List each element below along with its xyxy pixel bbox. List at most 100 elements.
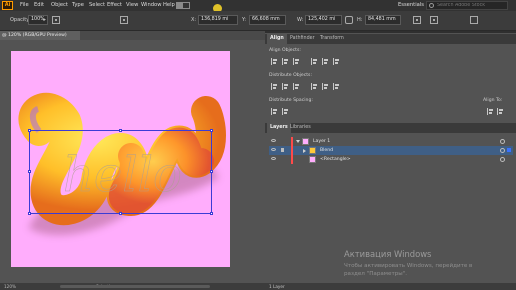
windows-activation-line1: Чтобы активировать Windows, перейдите в [344, 263, 473, 269]
menu-effect[interactable]: Effect [107, 2, 122, 8]
resize-handle-e[interactable] [210, 170, 213, 173]
tab-libraries[interactable]: Libraries [287, 123, 314, 133]
visibility-eye-icon[interactable] [271, 139, 276, 142]
h-field[interactable]: 84,481 mm [365, 15, 401, 25]
target-circle-icon[interactable] [500, 148, 505, 153]
stock-search-input[interactable] [437, 2, 507, 9]
opacity-field[interactable]: 100% [28, 15, 48, 25]
tab-transform[interactable]: Transform [317, 34, 347, 44]
align-objects-3-icon[interactable] [293, 58, 300, 65]
menu-bar: Ai File Edit Object Type Select Effect V… [0, 0, 516, 11]
layer-name[interactable]: Blend [320, 148, 333, 153]
resize-handle-n[interactable] [119, 129, 122, 132]
x-label: X: [191, 17, 197, 23]
menu-edit[interactable]: Edit [34, 2, 44, 8]
w-field[interactable]: 125,402 mi [305, 15, 342, 25]
align-to-label: Align To: [483, 98, 503, 103]
layer-row-rectangle[interactable]: <Rectangle> [269, 155, 513, 164]
y-label: Y: [242, 17, 247, 23]
tab-align[interactable]: Align [267, 34, 287, 44]
distribute-spacing-1-icon[interactable] [271, 108, 278, 115]
selection-bounding-box[interactable] [28, 129, 213, 215]
menu-icon[interactable] [470, 16, 478, 24]
layer-name[interactable]: Layer 1 [313, 139, 330, 144]
align-icon[interactable] [120, 16, 128, 24]
menu-file[interactable]: File [20, 2, 29, 8]
menu-help[interactable]: Help [163, 2, 175, 8]
distribute-objects-2-icon[interactable] [282, 83, 289, 90]
distribute-objects-label: Distribute Objects: [269, 73, 312, 78]
document-tab-bar: @ 120% (RGB/GPU Preview) [0, 31, 265, 40]
control-bar: Opacity: 100% X: 136,819 mi Y: 66,608 mm… [0, 11, 516, 31]
layer-count: 1 Layer [269, 283, 285, 289]
align-panel-tabs: Align Pathfinder Transform [265, 34, 516, 44]
status-bar: 120% Selection [0, 283, 265, 290]
align-to-2-icon[interactable] [497, 108, 504, 115]
layer-thumbnail [302, 138, 309, 145]
distribute-objects-6-icon[interactable] [333, 83, 340, 90]
blend-thumbnail [309, 147, 316, 154]
align-objects-6-icon[interactable] [333, 58, 340, 65]
menu-view[interactable]: View [126, 2, 138, 8]
align-objects-2-icon[interactable] [282, 58, 289, 65]
align-objects-label: Align Objects: [269, 48, 301, 53]
layer-name[interactable]: <Rectangle> [320, 157, 351, 162]
resize-handle-s[interactable] [119, 212, 122, 215]
selection-indicator[interactable] [507, 148, 511, 152]
stock-search[interactable] [426, 1, 508, 10]
tab-pathfinder[interactable]: Pathfinder [287, 34, 318, 44]
resize-handle-se[interactable] [210, 212, 213, 215]
distribute-objects-4-icon[interactable] [311, 83, 318, 90]
target-circle-icon[interactable] [500, 157, 505, 162]
layer-color-strip [291, 155, 293, 164]
distribute-spacing-2-icon[interactable] [282, 108, 289, 115]
target-circle-icon[interactable] [500, 139, 505, 144]
y-field[interactable]: 66,608 mm [249, 15, 286, 25]
search-icon [429, 3, 434, 8]
horizontal-scrollbar[interactable] [60, 285, 210, 288]
link-icon[interactable] [345, 16, 353, 24]
distribute-spacing-label: Distribute Spacing: [269, 98, 313, 103]
layer-row-blend[interactable]: Blend [269, 146, 513, 155]
x-field[interactable]: 136,819 mi [198, 15, 238, 25]
lock-icon[interactable] [281, 148, 284, 152]
align-objects-1-icon[interactable] [271, 58, 278, 65]
rectangle-thumbnail [309, 156, 316, 163]
arrange-icon[interactable] [430, 16, 438, 24]
illustrator-logo: Ai [2, 1, 13, 10]
zoom-level[interactable]: 120% [4, 284, 16, 289]
align-objects-4-icon[interactable] [311, 58, 318, 65]
h-label: H: [357, 17, 363, 23]
menu-object[interactable]: Object [51, 2, 68, 8]
layers-footer: 1 Layer [265, 283, 516, 290]
document-tab[interactable]: @ 120% (RGB/GPU Preview) [0, 31, 80, 40]
align-to-1-icon[interactable] [487, 108, 494, 115]
expand-triangle-icon[interactable] [296, 140, 300, 143]
align-objects-5-icon[interactable] [322, 58, 329, 65]
windows-activation-line2: раздел "Параметры". [344, 271, 408, 277]
resize-handle-ne[interactable] [210, 129, 213, 132]
arrange-documents-icon[interactable] [176, 2, 190, 9]
layer-color-strip [291, 146, 293, 155]
recolor-icon[interactable] [52, 16, 60, 24]
resize-handle-w[interactable] [28, 170, 31, 173]
visibility-eye-icon[interactable] [271, 157, 276, 160]
resize-handle-sw[interactable] [28, 212, 31, 215]
distribute-objects-5-icon[interactable] [322, 83, 329, 90]
expand-triangle-icon[interactable] [303, 149, 306, 153]
distribute-objects-3-icon[interactable] [293, 83, 300, 90]
menu-window[interactable]: Window [141, 2, 161, 8]
canvas-area[interactable]: hello [0, 40, 265, 284]
workspace-switcher[interactable]: Essentials [398, 2, 424, 8]
layer-color-strip [291, 137, 293, 146]
resize-handle-nw[interactable] [28, 129, 31, 132]
menu-type[interactable]: Type [72, 2, 84, 8]
windows-activation-title: Активация Windows [344, 249, 432, 259]
w-label: W: [297, 17, 304, 23]
layer-row-layer1[interactable]: Layer 1 [269, 137, 513, 146]
distribute-objects-1-icon[interactable] [271, 83, 278, 90]
transform-icon[interactable] [413, 16, 421, 24]
layers-panel-tabs: Layers Libraries [265, 123, 516, 133]
menu-select[interactable]: Select [89, 2, 105, 8]
visibility-eye-icon[interactable] [271, 148, 276, 151]
